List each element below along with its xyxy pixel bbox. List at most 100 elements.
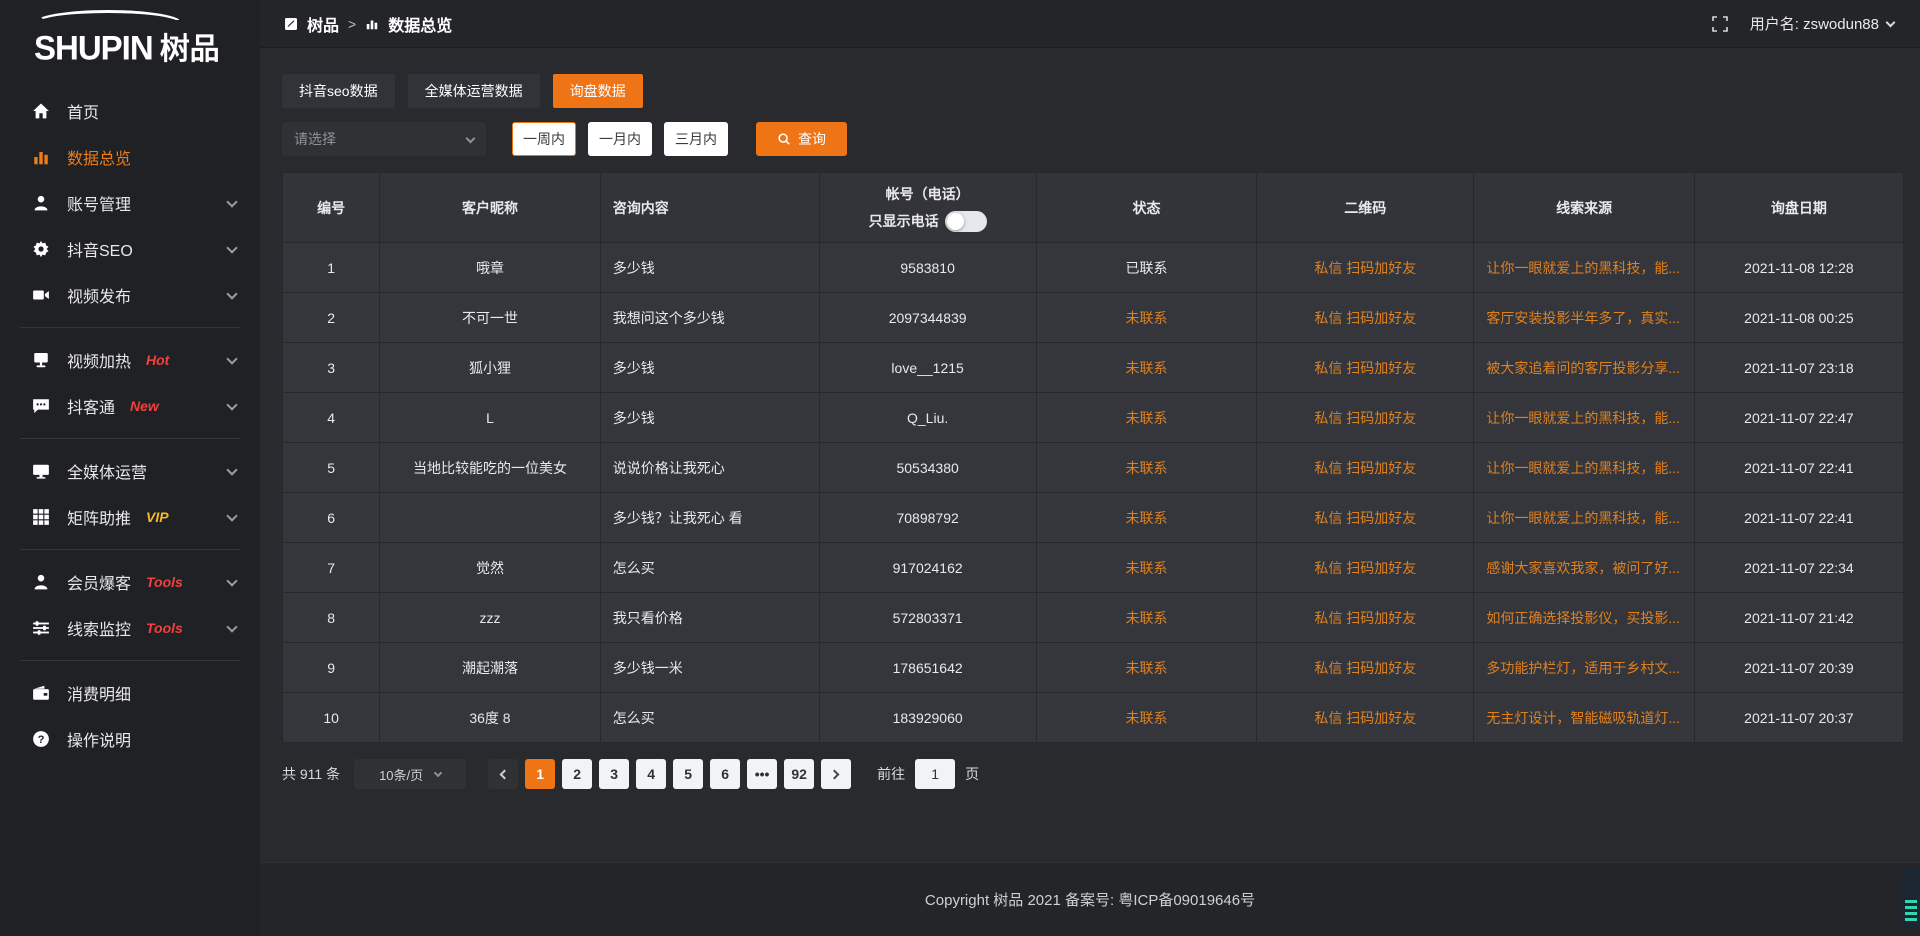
sidebar-item-video-publish[interactable]: 视频发布 (0, 272, 260, 318)
floating-widget[interactable] (1902, 868, 1920, 928)
user-menu[interactable]: 用户名: zswodun88 (1750, 13, 1894, 34)
fullscreen-icon[interactable] (1712, 16, 1728, 32)
table-row: 1036度 8怎么买183929060未联系私信 扫码加好友无主灯设计，智能磁吸… (283, 693, 1904, 743)
source-link-cell: 感谢大家喜欢我家，被问了好... (1474, 543, 1694, 593)
sidebar-menu: 首页数据总览账号管理抖音SEO视频发布视频加热Hot抖客通New 全媒体运营矩阵助… (0, 72, 260, 762)
search-icon (777, 132, 791, 146)
sliders-icon (32, 619, 50, 637)
cell-content-cell: 多少钱 (600, 343, 819, 393)
page-button-6[interactable]: 6 (710, 759, 740, 789)
source-link[interactable]: 被大家追着问的客厅投影分享... (1486, 360, 1680, 376)
qrcode-link[interactable]: 私信 扫码加好友 (1314, 260, 1416, 276)
sidebar-item-data-overview[interactable]: 数据总览 (0, 134, 260, 180)
qrcode-link[interactable]: 私信 扫码加好友 (1314, 460, 1416, 476)
page-size-select[interactable]: 10条/页 (354, 759, 466, 789)
source-link[interactable]: 如何正确选择投影仪，买投影... (1486, 610, 1680, 626)
status-text[interactable]: 未联系 (1125, 610, 1167, 626)
status-text[interactable]: 未联系 (1125, 360, 1167, 376)
source-link[interactable]: 无主灯设计，智能磁吸轨道灯... (1486, 710, 1680, 726)
tab-omni-media-data[interactable]: 全媒体运营数据 (408, 74, 540, 108)
goto-page-input[interactable] (915, 759, 955, 789)
source-link[interactable]: 感谢大家喜欢我家，被问了好... (1486, 560, 1680, 576)
period-button-quarter[interactable]: 三月内 (664, 122, 728, 156)
source-link-cell: 让你一眼就爱上的黑科技，能... (1474, 393, 1694, 443)
chevron-down-icon (226, 399, 237, 410)
qrcode-link[interactable]: 私信 扫码加好友 (1314, 410, 1416, 426)
cell-account-cell: 917024162 (819, 543, 1036, 593)
status-text[interactable]: 未联系 (1125, 410, 1167, 426)
cell-content: 说说价格让我死心 (613, 460, 725, 476)
status-text[interactable]: 未联系 (1125, 310, 1167, 326)
qrcode-link[interactable]: 私信 扫码加好友 (1314, 510, 1416, 526)
source-link[interactable]: 让你一眼就爱上的黑科技，能... (1486, 460, 1680, 476)
sidebar-item-consumption-detail[interactable]: 消费明细 (0, 670, 260, 716)
sidebar-item-douyin-seo[interactable]: 抖音SEO (0, 226, 260, 272)
source-link[interactable]: 多功能护栏灯，适用于乡村文... (1486, 660, 1680, 676)
page-button-3[interactable]: 3 (599, 759, 629, 789)
tab-inquiry-data[interactable]: 询盘数据 (553, 74, 643, 108)
status-text[interactable]: 未联系 (1125, 660, 1167, 676)
page-button-1[interactable]: 1 (525, 759, 555, 789)
page-ellipsis-button[interactable]: ••• (747, 759, 777, 789)
qrcode-link[interactable]: 私信 扫码加好友 (1314, 560, 1416, 576)
status-text-cell: 未联系 (1036, 543, 1256, 593)
status-text[interactable]: 未联系 (1125, 510, 1167, 526)
question-icon: ? (32, 730, 50, 748)
filter-select[interactable]: 请选择 (282, 122, 486, 156)
sidebar-item-lead-monitor[interactable]: 线索监控Tools (0, 605, 260, 651)
cell-date-cell: 2021-11-07 21:42 (1694, 593, 1903, 643)
next-page-button[interactable] (821, 759, 851, 789)
prev-page-button[interactable] (488, 759, 518, 789)
sidebar-item-operation-guide[interactable]: ?操作说明 (0, 716, 260, 762)
goto-suffix-label: 页 (965, 764, 979, 784)
status-text-cell: 未联系 (1036, 393, 1256, 443)
qrcode-link[interactable]: 私信 扫码加好友 (1314, 310, 1416, 326)
logo-text-en: SHUPIN (34, 28, 153, 68)
source-link[interactable]: 让你一眼就爱上的黑科技，能... (1486, 260, 1680, 276)
brand-logo: SHUPIN 树品 (0, 0, 260, 72)
sidebar-item-home[interactable]: 首页 (0, 88, 260, 134)
source-link[interactable]: 客厅安装投影半年多了，真实... (1486, 310, 1680, 326)
cell-content: 多少钱 (613, 260, 655, 276)
tab-douyin-seo-data[interactable]: 抖音seo数据 (282, 74, 395, 108)
chevron-down-icon (226, 464, 237, 475)
qrcode-link[interactable]: 私信 扫码加好友 (1314, 660, 1416, 676)
cell-content: 怎么买 (613, 560, 655, 576)
cell-id: 6 (327, 510, 335, 526)
home-icon (32, 102, 50, 120)
sidebar-item-omni-media-operation[interactable]: 全媒体运营 (0, 448, 260, 494)
query-button[interactable]: 查询 (756, 122, 847, 156)
col-header-source: 线索来源 (1474, 173, 1694, 243)
sidebar-item-account-management[interactable]: 账号管理 (0, 180, 260, 226)
page-button-4[interactable]: 4 (636, 759, 666, 789)
sidebar-item-matrix-boost[interactable]: 矩阵助推VIP (0, 494, 260, 540)
page-button-2[interactable]: 2 (562, 759, 592, 789)
status-text[interactable]: 未联系 (1125, 560, 1167, 576)
breadcrumb-app[interactable]: 树品 (307, 12, 339, 36)
cell-content: 多少钱一米 (613, 660, 683, 676)
sidebar-item-member-baoke[interactable]: 会员爆客Tools (0, 559, 260, 605)
sidebar-item-douketong[interactable]: 抖客通New (0, 383, 260, 429)
qrcode-link[interactable]: 私信 扫码加好友 (1314, 710, 1416, 726)
period-button-month[interactable]: 一月内 (588, 122, 652, 156)
cell-content-cell: 多少钱？让我死心 看 (600, 493, 819, 543)
cell-account: 917024162 (893, 560, 963, 576)
source-link[interactable]: 让你一眼就爱上的黑科技，能... (1486, 510, 1680, 526)
status-text[interactable]: 未联系 (1125, 710, 1167, 726)
sidebar-item-video-heating[interactable]: 视频加热Hot (0, 337, 260, 383)
phone-only-toggle[interactable] (945, 211, 987, 232)
status-text[interactable]: 未联系 (1125, 460, 1167, 476)
chevron-down-icon (466, 133, 476, 143)
chevron-right-icon (830, 769, 840, 779)
period-button-week[interactable]: 一周内 (512, 122, 576, 156)
sidebar-item-badge: Tools (146, 574, 183, 590)
col-header-nickname: 客户昵称 (380, 173, 600, 243)
qrcode-link-cell: 私信 扫码加好友 (1257, 643, 1474, 693)
page-button-5[interactable]: 5 (673, 759, 703, 789)
qrcode-link[interactable]: 私信 扫码加好友 (1314, 610, 1416, 626)
chevron-down-icon (434, 769, 442, 777)
qrcode-link[interactable]: 私信 扫码加好友 (1314, 360, 1416, 376)
page-button-92[interactable]: 92 (784, 759, 814, 789)
cell-account: 2097344839 (889, 310, 967, 326)
source-link[interactable]: 让你一眼就爱上的黑科技，能... (1486, 410, 1680, 426)
